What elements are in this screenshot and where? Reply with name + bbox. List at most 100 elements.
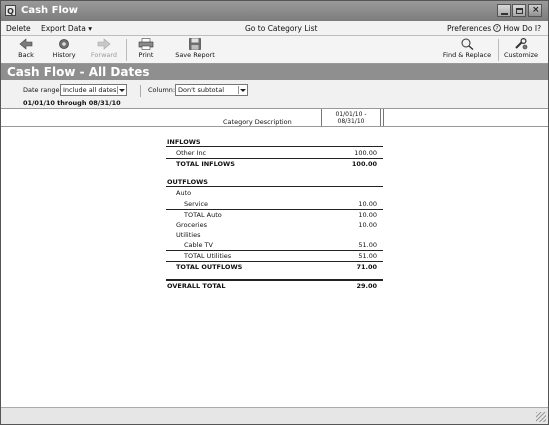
status-bar [1,407,548,424]
report-row-utilities[interactable]: Utilities [166,230,383,240]
maximize-button[interactable] [512,4,526,17]
print-button[interactable]: Print [131,38,161,62]
history-label: History [52,51,76,59]
row-amount: 10.00 [358,200,377,208]
printer-icon [138,38,154,50]
close-icon: × [532,5,540,15]
row-amount: 51.00 [358,252,377,260]
resize-grip-icon[interactable] [536,412,546,422]
date-range-label: Date range: [23,86,62,94]
row-amount: 71.00 [356,263,377,271]
menu-go-to-category-list[interactable]: Go to Category List [245,24,317,33]
date-range-dropdown[interactable]: Include all dates [60,84,127,96]
report-column-header: Category Description 01/01/10 - 08/31/10 [1,108,548,127]
customize-button[interactable]: Customize [501,38,541,62]
report-row-cable-tv[interactable]: Cable TV 51.00 [166,240,383,250]
minimize-button[interactable] [497,4,511,17]
cash-flow-window: Q Cash Flow × Delete Export Data ▾ Go to… [0,0,549,425]
row-label: OVERALL TOTAL [167,282,226,290]
customize-wrench-icon [515,38,528,50]
row-amount: 29.00 [356,282,377,290]
row-label: INFLOWS [167,138,201,146]
row-label: OUTFLOWS [167,178,208,186]
svg-text:?: ? [496,26,499,32]
report-row-overall-total[interactable]: OVERALL TOTAL 29.00 [166,279,383,290]
find-replace-button[interactable]: Find & Replace [441,38,493,62]
back-label: Back [18,51,34,59]
controls-divider [140,85,141,97]
column-label: Column: [148,86,176,94]
back-arrow-icon [19,38,33,50]
report-row-auto[interactable]: Auto [166,188,383,198]
toolbar-separator [498,39,499,61]
report-row-groceries[interactable]: Groceries 10.00 [166,220,383,230]
menu-howdoi-label: How Do I? [503,24,542,33]
row-label: Other Inc [176,149,207,157]
report-row-total-inflows[interactable]: TOTAL INFLOWS 100.00 [166,158,383,168]
column-value: Don't subtotal [178,86,224,94]
row-amount: 100.00 [354,149,377,157]
menu-export-data[interactable]: Export Data ▾ [41,24,92,33]
close-button[interactable]: × [528,4,542,17]
row-label: Utilities [176,231,201,239]
forward-button[interactable]: Forward [87,38,121,62]
row-label: TOTAL Utilities [184,252,232,260]
report-row-total-utilities[interactable]: TOTAL Utilities 51.00 [166,250,383,260]
print-label: Print [138,51,154,59]
row-amount: 10.00 [358,211,377,219]
forward-arrow-icon [97,38,111,50]
save-report-label: Save Report [175,51,215,59]
date-column-header[interactable]: 01/01/10 - 08/31/10 [321,109,381,126]
menu-goto-label: Go to Category List [245,24,318,33]
date-range-text: 01/01/10 through 08/31/10 [23,99,121,107]
help-icon: ? [493,24,501,32]
report-row-service[interactable]: Service 10.00 [166,199,383,209]
find-replace-label: Find & Replace [442,51,492,59]
row-label: TOTAL Auto [184,211,222,219]
menu-delete[interactable]: Delete [6,24,31,33]
window-title: Cash Flow [21,5,79,16]
category-column-header[interactable]: Category Description [1,109,321,126]
history-icon [59,39,69,49]
save-disk-icon [189,38,201,50]
report-row-other-inc[interactable]: Other Inc 100.00 [166,148,383,158]
toolbar: Back History Forward Print Save Report F… [1,36,548,64]
menu-bar: Delete Export Data ▾ Go to Category List… [1,21,548,36]
menu-preferences[interactable]: Preferences [447,24,491,33]
column-dropdown[interactable]: Don't subtotal [175,84,248,96]
back-button[interactable]: Back [11,38,41,62]
row-label: Cable TV [184,241,213,249]
category-header-label: Category Description [223,118,292,126]
report-body: INFLOWS Other Inc 100.00 TOTAL INFLOWS 1… [1,127,548,407]
minimize-icon [501,8,508,15]
save-report-button[interactable]: Save Report [173,38,217,62]
toolbar-separator [126,39,127,61]
row-label: Auto [176,189,192,197]
row-amount: 51.00 [358,241,377,249]
chevron-down-icon[interactable] [238,86,246,94]
date-header-line-1: 01/01/10 - [335,111,367,118]
date-range-value: Include all dates [63,86,117,94]
report-row-total-outflows[interactable]: TOTAL OUTFLOWS 71.00 [166,261,383,271]
chevron-down-icon: ▾ [88,24,92,33]
row-amount: 10.00 [358,221,377,229]
customize-label: Customize [503,51,539,59]
column-resize-handle[interactable] [381,109,384,126]
report-title: Cash Flow - All Dates [7,65,150,79]
menu-how-do-i[interactable]: ? How Do I? [493,24,541,33]
report-header-band: Cash Flow - All Dates [1,64,548,80]
report-row-inflows[interactable]: INFLOWS [166,137,383,147]
row-label: TOTAL OUTFLOWS [176,263,243,271]
row-label: Groceries [176,221,207,229]
title-bar[interactable]: Q Cash Flow × [1,1,548,21]
row-label: TOTAL INFLOWS [176,160,235,168]
date-header-line-2: 08/31/10 [337,118,365,125]
report-row-outflows[interactable]: OUTFLOWS [166,177,383,187]
history-button[interactable]: History [49,38,79,62]
report-row-total-auto[interactable]: TOTAL Auto 10.00 [166,209,383,219]
menu-delete-label: Delete [6,24,31,33]
maximize-icon [516,8,523,14]
forward-label: Forward [90,51,118,59]
report-controls: Date range: Include all dates Column: Do… [1,80,548,108]
chevron-down-icon[interactable] [117,86,125,94]
